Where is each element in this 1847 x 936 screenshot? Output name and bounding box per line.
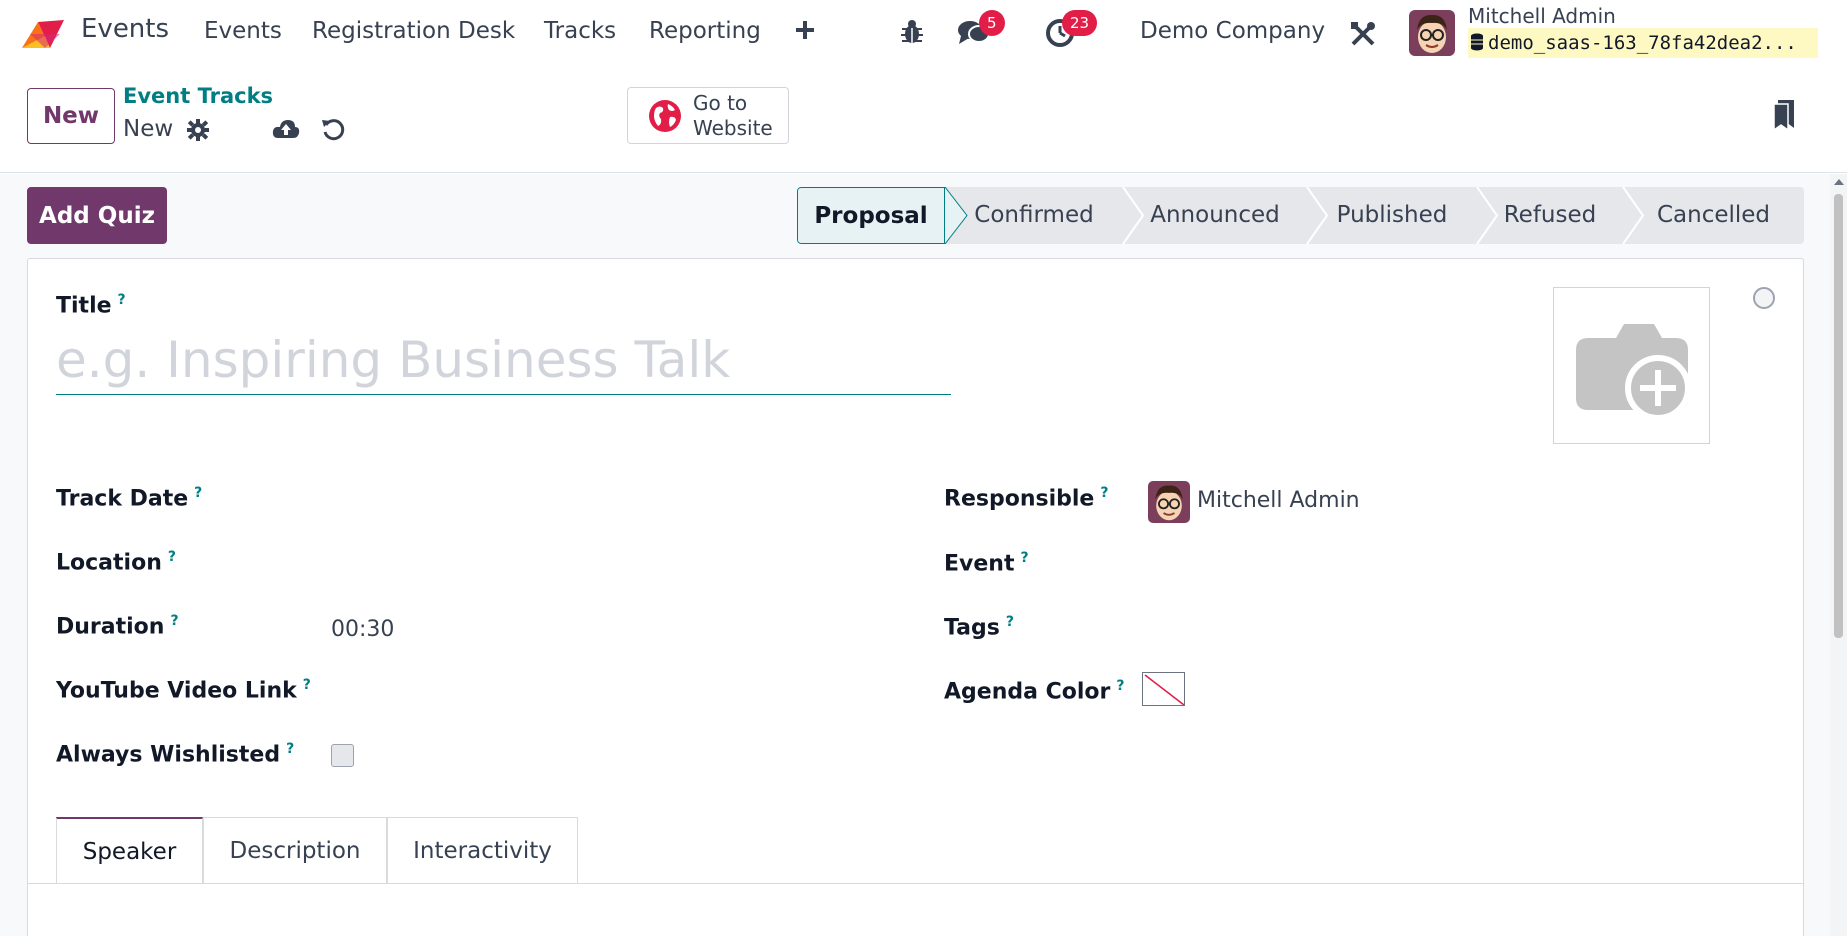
stage-statusbar: Proposal Confirmed Announced Published R… xyxy=(797,187,1804,244)
go-to-website-label: Go to Website xyxy=(693,91,773,141)
help-icon[interactable]: ? xyxy=(118,292,126,308)
database-name-text: demo_saas-163_78fa42dea2... xyxy=(1488,32,1797,54)
title-label: Title? xyxy=(56,292,126,319)
responsible-label: Responsible? xyxy=(944,485,1109,512)
menu-tracks[interactable]: Tracks xyxy=(544,18,616,44)
events-app-logo-icon[interactable] xyxy=(20,14,70,50)
database-icon xyxy=(1471,33,1483,51)
stage-arrows-icon xyxy=(944,187,1645,244)
scroll-up-icon[interactable] xyxy=(1834,179,1844,185)
go-to-website-line2: Website xyxy=(693,116,773,140)
globe-icon xyxy=(649,100,681,132)
user-avatar[interactable] xyxy=(1409,10,1455,56)
tab-speaker[interactable]: Speaker xyxy=(56,817,203,884)
responsible-avatar xyxy=(1148,481,1190,523)
activities-badge: 23 xyxy=(1062,10,1098,36)
help-icon[interactable]: ? xyxy=(170,613,178,629)
tab-interactivity[interactable]: Interactivity xyxy=(387,817,578,884)
track-date-label: Track Date? xyxy=(56,485,203,512)
responsible-value[interactable]: Mitchell Admin xyxy=(1197,488,1360,513)
help-icon[interactable]: ? xyxy=(1116,678,1124,694)
menu-events[interactable]: Events xyxy=(204,18,282,44)
company-switcher[interactable]: Demo Company xyxy=(1140,18,1325,44)
scroll-thumb[interactable] xyxy=(1834,194,1843,638)
menu-registration-desk[interactable]: Registration Desk xyxy=(312,18,515,44)
app-name[interactable]: Events xyxy=(81,14,169,44)
messages-badge: 5 xyxy=(979,10,1005,36)
help-icon[interactable]: ? xyxy=(1100,485,1108,501)
bookmark-icon[interactable] xyxy=(1772,98,1796,132)
top-navbar: Events Events Registration Desk Tracks R… xyxy=(0,0,1847,66)
agenda-color-label: Agenda Color? xyxy=(944,678,1125,705)
gear-icon[interactable] xyxy=(187,119,209,141)
help-icon[interactable]: ? xyxy=(303,677,311,693)
page-scrollbar[interactable] xyxy=(1830,174,1847,936)
help-icon[interactable]: ? xyxy=(194,485,202,501)
tabs-divider xyxy=(28,883,1803,884)
add-quiz-button[interactable]: Add Quiz xyxy=(27,187,167,244)
location-label: Location? xyxy=(56,549,176,576)
duration-value[interactable]: 00:30 xyxy=(331,617,394,642)
save-cloud-icon[interactable] xyxy=(272,118,300,140)
track-image-upload[interactable] xyxy=(1553,287,1710,444)
go-to-website-button[interactable]: Go to Website xyxy=(627,87,789,144)
user-avatar-icon xyxy=(1409,10,1455,56)
agenda-color-picker[interactable] xyxy=(1142,672,1185,706)
user-name[interactable]: Mitchell Admin xyxy=(1468,4,1616,28)
help-icon[interactable]: ? xyxy=(1020,550,1028,566)
no-color-icon xyxy=(1144,674,1184,705)
discard-undo-icon[interactable] xyxy=(321,117,345,141)
help-icon[interactable]: ? xyxy=(168,549,176,565)
plus-icon[interactable] xyxy=(795,20,815,40)
debug-bug-icon[interactable] xyxy=(900,19,924,45)
new-button[interactable]: New xyxy=(27,88,115,144)
control-panel: New Event Tracks New Go to Website xyxy=(0,66,1847,173)
tab-description[interactable]: Description xyxy=(203,817,387,884)
title-input[interactable] xyxy=(56,325,951,395)
database-name: demo_saas-163_78fa42dea2... xyxy=(1468,28,1818,58)
always-wishlisted-label: Always Wishlisted? xyxy=(56,741,295,768)
responsible-avatar-icon xyxy=(1148,481,1190,523)
menu-reporting[interactable]: Reporting xyxy=(649,18,761,44)
duration-label: Duration? xyxy=(56,613,179,640)
always-wishlisted-checkbox[interactable] xyxy=(331,744,354,767)
breadcrumb-event-tracks[interactable]: Event Tracks xyxy=(123,84,273,108)
record-name: New xyxy=(123,116,174,142)
help-icon[interactable]: ? xyxy=(286,741,294,757)
go-to-website-line1: Go to xyxy=(693,91,748,115)
youtube-link-label: YouTube Video Link? xyxy=(56,677,311,704)
camera-add-icon xyxy=(1576,324,1691,421)
event-label: Event? xyxy=(944,550,1029,577)
priority-radio[interactable] xyxy=(1753,287,1775,309)
help-icon[interactable]: ? xyxy=(1006,614,1014,630)
tags-label: Tags? xyxy=(944,614,1014,641)
settings-tools-icon[interactable] xyxy=(1349,20,1377,48)
